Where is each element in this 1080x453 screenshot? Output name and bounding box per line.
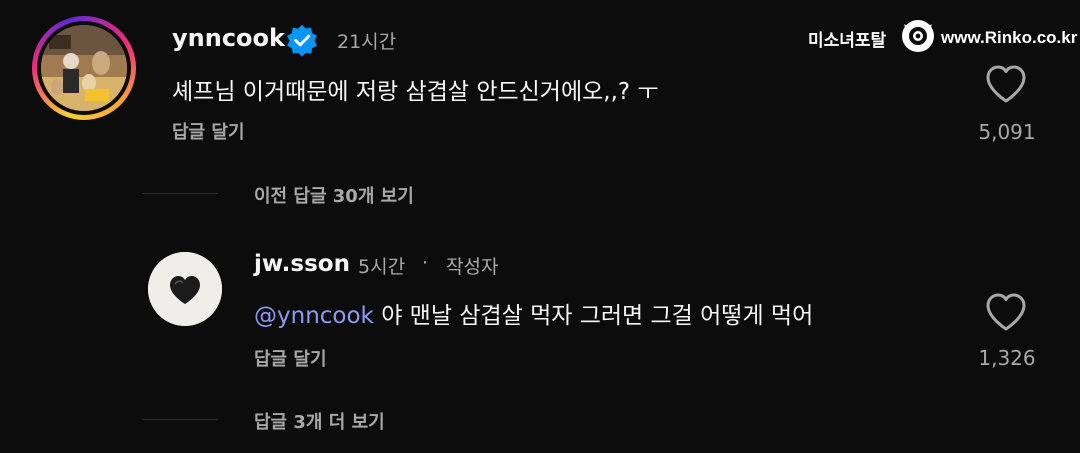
heart-icon[interactable]: [985, 64, 1027, 104]
author-badge: 작성자: [446, 256, 499, 278]
watermark-right-text: www.Rinko.co.kr: [941, 28, 1078, 47]
like-count: 5,091: [978, 120, 1036, 144]
mascot-logo-icon: [902, 20, 934, 52]
heart-icon[interactable]: [985, 292, 1027, 332]
comment-text: 셰프님 이거때문에 저랑 삼겹살 안드신거에오,,? ㅜ: [172, 79, 659, 105]
comment-timestamp: 21시간: [337, 31, 397, 53]
comment-text: @ynncook 야 맨날 삼겹살 먹자 그러면 그걸 어떻게 먹어: [254, 296, 813, 330]
view-previous-replies-button[interactable]: 이전 답글 30개 보기: [254, 182, 414, 208]
comment-body: 야 맨날 삼겹살 먹자 그러면 그걸 어떻게 먹어: [381, 303, 814, 329]
like-count: 1,326: [978, 346, 1036, 370]
divider: [142, 419, 218, 420]
reply-button[interactable]: 답글 달기: [254, 345, 327, 371]
comment-username[interactable]: jw.sson: [254, 251, 350, 277]
watermark-left-text: 미소녀포탈: [808, 31, 887, 50]
view-more-replies-button[interactable]: 답글 3개 더 보기: [254, 408, 385, 434]
avatar[interactable]: [32, 16, 136, 120]
avatar[interactable]: [148, 252, 222, 326]
black-heart-icon: [148, 252, 222, 326]
comment-timestamp: 5시간: [358, 256, 406, 278]
verified-badge-icon: [287, 24, 317, 57]
profile-photo: [41, 25, 127, 111]
reply-button[interactable]: 답글 달기: [172, 118, 245, 144]
separator-dot: ·: [422, 252, 429, 274]
divider: [142, 193, 218, 194]
comment-username[interactable]: ynncook: [172, 24, 285, 52]
watermark: 미소녀포탈 www.Rinko.co.kr: [808, 14, 1077, 54]
mention-link[interactable]: @ynncook: [254, 303, 374, 329]
